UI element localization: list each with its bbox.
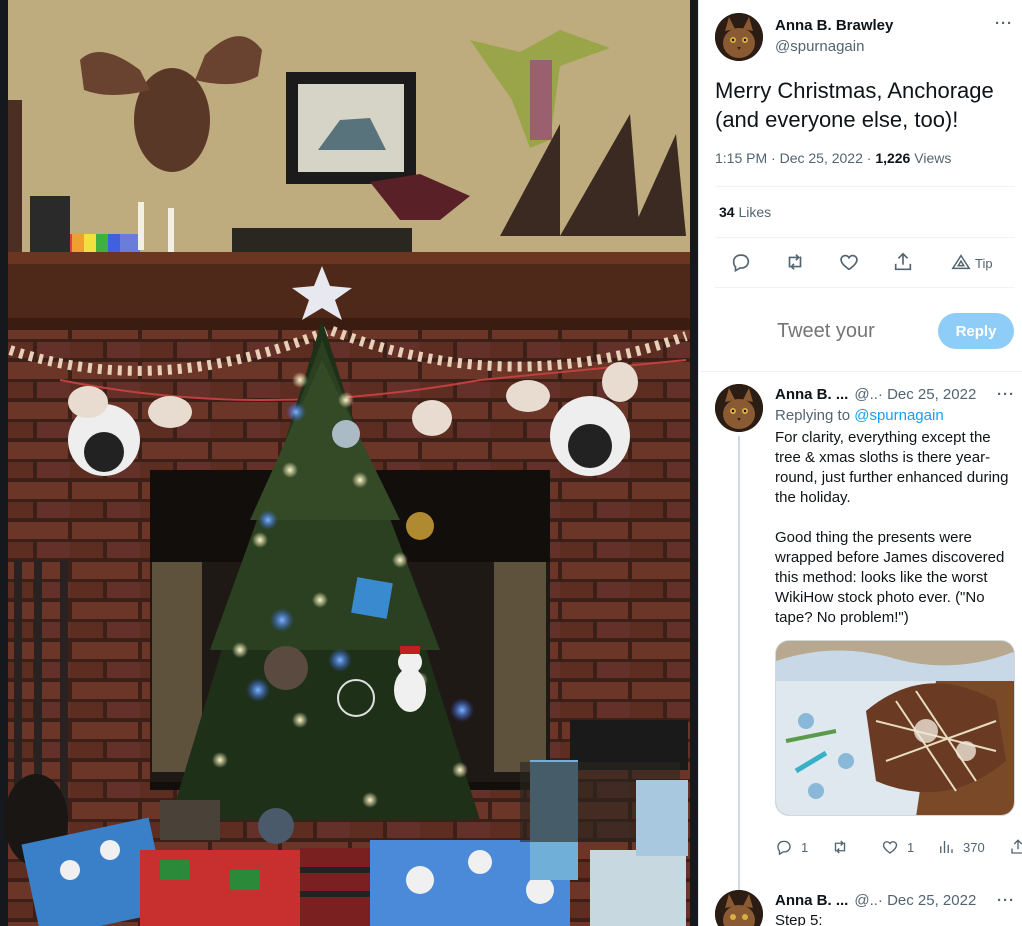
likes-label: Likes bbox=[734, 204, 772, 220]
reply-like-button[interactable]: 1 bbox=[881, 838, 914, 856]
retweet-button[interactable] bbox=[783, 250, 807, 274]
reply-meta[interactable]: @..· Dec 25, 2022 bbox=[854, 892, 976, 909]
tip-icon bbox=[951, 254, 971, 270]
reply-tweet: Anna B. ... @..· Dec 25, 2022 ··· Replyin… bbox=[699, 372, 1022, 896]
reply-count: 1 bbox=[801, 839, 809, 855]
cat-avatar-icon bbox=[715, 890, 763, 926]
reply-icon bbox=[777, 840, 791, 856]
reply-actions: 1 1 370 bbox=[775, 838, 1022, 858]
author-name[interactable]: Anna B. Brawley bbox=[775, 17, 893, 34]
more-options-icon[interactable]: ··· bbox=[995, 15, 1013, 32]
share-button[interactable] bbox=[891, 250, 915, 274]
avatar[interactable] bbox=[715, 13, 763, 61]
views-label: Views bbox=[910, 150, 952, 166]
views-count: 370 bbox=[963, 839, 985, 855]
reply-author-name[interactable]: Anna B. ... bbox=[775, 892, 848, 909]
tweet-timestamp[interactable]: 1:15 PM · Dec 25, 2022 · bbox=[715, 150, 875, 166]
reply-text: For clarity, everything except the tree … bbox=[775, 428, 1015, 648]
thread-line bbox=[738, 436, 740, 896]
reply-header: Anna B. ... @..· Dec 25, 2022 bbox=[775, 386, 976, 403]
like-button[interactable] bbox=[837, 250, 861, 274]
next-reply-tweet: Anna B. ... @..· Dec 25, 2022 ··· Step 5: bbox=[699, 884, 1022, 926]
reply-header: Anna B. ... @..· Dec 25, 2022 bbox=[775, 892, 976, 909]
avatar[interactable] bbox=[715, 890, 763, 926]
views-chart-icon bbox=[940, 841, 953, 853]
tweet-panel: Anna B. Brawley @spurnagain ··· Merry Ch… bbox=[698, 0, 1022, 926]
share-icon bbox=[1011, 839, 1022, 854]
likes-count: 34 bbox=[719, 204, 735, 220]
tweet-header: Anna B. Brawley @spurnagain ··· bbox=[715, 13, 1015, 63]
retweet-icon bbox=[788, 254, 802, 270]
tip-button[interactable] bbox=[949, 250, 973, 274]
author-handle[interactable]: @spurnagain bbox=[775, 38, 864, 55]
reply-button[interactable] bbox=[729, 250, 753, 274]
like-count: 1 bbox=[907, 839, 915, 855]
replying-to-label: Replying to bbox=[775, 407, 855, 424]
more-options-icon[interactable]: ··· bbox=[997, 386, 1015, 403]
more-options-icon[interactable]: ··· bbox=[997, 892, 1015, 909]
reply-submit-button[interactable]: Reply bbox=[938, 313, 1014, 349]
wrapped-present-photo bbox=[776, 641, 1014, 815]
heart-icon bbox=[882, 841, 898, 854]
replying-to-handle[interactable]: @spurnagain bbox=[854, 407, 943, 424]
reply-paragraph: Good thing the presents were wrapped bef… bbox=[775, 529, 1005, 626]
replying-to: Replying to @spurnagain bbox=[775, 407, 944, 424]
reply-text: Step 5: bbox=[775, 912, 823, 926]
reply-reply-button[interactable]: 1 bbox=[775, 838, 808, 856]
cat-avatar-icon bbox=[715, 13, 763, 61]
tweet-meta: 1:15 PM · Dec 25, 2022 · 1,226 Views bbox=[715, 150, 951, 166]
retweet-icon bbox=[834, 840, 846, 854]
reply-views-button[interactable]: 370 bbox=[937, 838, 985, 856]
reply-input[interactable] bbox=[777, 320, 927, 343]
reply-share-button[interactable] bbox=[1009, 838, 1022, 856]
cat-avatar-icon bbox=[715, 384, 763, 432]
tweet-text: Merry Christmas, Anchorage (and everyone… bbox=[715, 78, 994, 132]
views-count: 1,226 bbox=[875, 150, 911, 166]
divider bbox=[715, 186, 1015, 187]
heart-icon bbox=[840, 254, 858, 271]
divider bbox=[715, 287, 1015, 288]
tweet-actions: Tip bbox=[715, 248, 1015, 276]
tip-label[interactable]: Tip bbox=[975, 256, 993, 271]
tweet-photo[interactable] bbox=[0, 0, 698, 926]
reply-author-name[interactable]: Anna B. ... bbox=[775, 386, 848, 403]
reply-icon bbox=[732, 254, 750, 273]
likes-row[interactable]: 34 Likes bbox=[719, 204, 771, 220]
christmas-fireplace-photo bbox=[0, 0, 690, 926]
reply-composer: Reply bbox=[699, 300, 1022, 370]
divider bbox=[715, 237, 1015, 238]
share-icon bbox=[894, 252, 912, 271]
reply-media-image[interactable] bbox=[775, 640, 1015, 816]
reply-meta[interactable]: @..· Dec 25, 2022 bbox=[854, 386, 976, 403]
avatar[interactable] bbox=[715, 384, 763, 432]
reply-paragraph: For clarity, everything except the tree … bbox=[775, 429, 1009, 506]
reply-retweet-button[interactable] bbox=[831, 838, 857, 856]
